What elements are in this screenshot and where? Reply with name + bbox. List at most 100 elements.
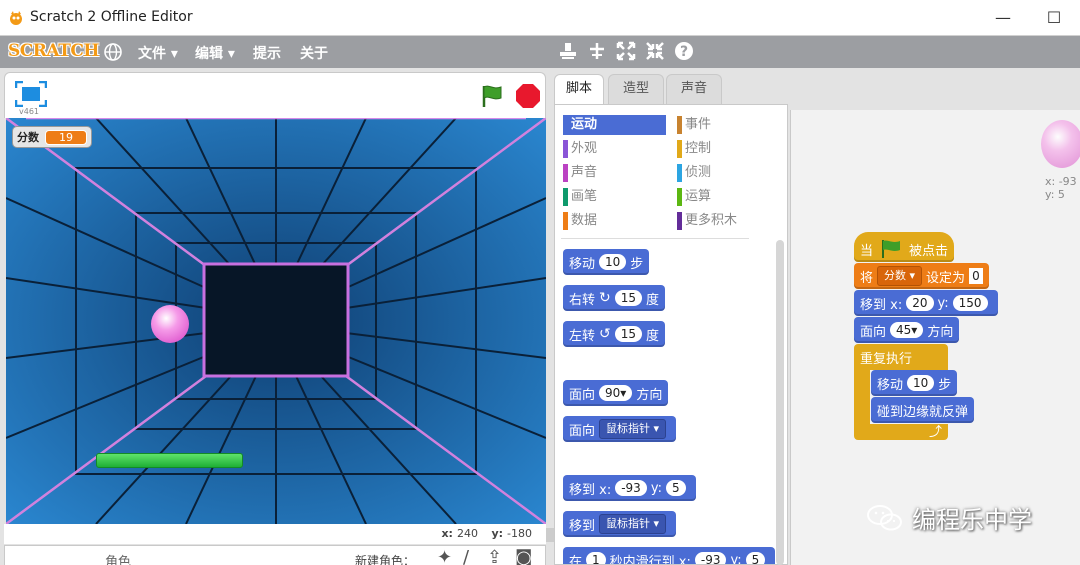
block-goto[interactable]: 移到 鼠标指针 ▾ <box>563 511 677 537</box>
y-label: y: <box>491 527 504 540</box>
menu-tips[interactable]: 提示 <box>253 43 281 63</box>
camera-icon[interactable]: ◙ <box>515 547 532 565</box>
menu-about[interactable]: 关于 <box>300 43 328 63</box>
sprite-position: x: -93 y: 5 <box>1045 175 1077 201</box>
block-text: y: <box>650 480 662 496</box>
block-number-input[interactable]: 90▾ <box>599 385 633 401</box>
block-text: 重复执行 <box>860 352 913 367</box>
block-move[interactable]: 移动 10 步 <box>563 249 650 275</box>
block-bounce-on-edge[interactable]: 碰到边缘就反弹 <box>871 397 975 423</box>
block-forever[interactable]: 重复执行 <box>854 344 948 370</box>
block-value-input[interactable]: 0 <box>969 268 983 284</box>
category-label: 更多积木 <box>685 213 738 228</box>
cut-scissors-icon[interactable] <box>586 40 608 62</box>
tab-costumes[interactable]: 造型 <box>608 74 664 104</box>
category-4[interactable]: 声音 <box>563 163 659 183</box>
block-goto-xy[interactable]: 移到 x: -93 y: 5 <box>563 475 696 501</box>
block-number-input[interactable]: -93 <box>615 480 647 496</box>
block-turn-left[interactable]: 左转 ↺ 15 度 <box>563 321 666 347</box>
block-point-direction[interactable]: 面向 45▾ 方向 <box>854 317 960 343</box>
category-color-swatch <box>677 188 682 206</box>
category-label: 侦测 <box>685 165 712 180</box>
upload-icon[interactable]: ⇪ <box>487 547 502 565</box>
block-text: 碰到边缘就反弹 <box>877 404 969 420</box>
paint-brush-icon[interactable]: / <box>463 547 469 565</box>
block-number-input[interactable]: -93 <box>694 552 727 564</box>
menu-edit[interactable]: 编辑 ▾ <box>195 43 235 63</box>
splitter-handle[interactable] <box>546 528 554 542</box>
minimize-button[interactable]: — <box>988 8 1018 28</box>
block-glide[interactable]: 在 1 秒内滑行到 x: -93 y: 5 <box>563 547 776 565</box>
block-number-input[interactable]: 45▾ <box>890 322 924 338</box>
category-0[interactable]: 运动 <box>563 115 666 135</box>
block-text: y: <box>730 552 742 565</box>
block-number-input[interactable]: 5 <box>665 480 686 496</box>
menu-bar: SCRATCH 文件 ▾ 编辑 ▾ 提示 关于 ? <box>0 36 1080 68</box>
block-point-direction[interactable]: 面向 90▾ 方向 <box>563 380 669 406</box>
tab-scripts[interactable]: 脚本 <box>554 74 604 106</box>
category-7[interactable]: 运算 <box>677 187 773 207</box>
category-color-swatch <box>563 212 568 230</box>
category-5[interactable]: 侦测 <box>677 163 773 183</box>
block-text: 步 <box>630 256 644 272</box>
block-number-input[interactable]: 5 <box>745 552 766 564</box>
block-number-input[interactable]: 150 <box>952 295 988 311</box>
block-turn-right[interactable]: 右转 ↻ 15 度 <box>563 285 666 311</box>
sprite-library-icon[interactable]: ✦ <box>437 547 452 565</box>
score-monitor[interactable]: 分数 19 <box>12 126 92 148</box>
category-label: 数据 <box>571 213 598 228</box>
help-icon[interactable]: ? <box>673 40 695 62</box>
tunnel-backdrop <box>6 118 546 524</box>
maximize-button[interactable]: ☐ <box>1039 8 1069 28</box>
version-label: v461 <box>19 107 40 116</box>
paddle-sprite[interactable] <box>96 453 243 468</box>
block-number-input[interactable]: 15 <box>614 326 643 342</box>
grow-icon[interactable] <box>615 40 637 62</box>
category-1[interactable]: 事件 <box>677 115 773 135</box>
block-text: y: <box>937 295 949 311</box>
category-label: 运算 <box>685 189 712 204</box>
block-number-input[interactable]: 1 <box>586 552 606 564</box>
block-number-input[interactable]: 10 <box>907 375 935 391</box>
fullscreen-icon[interactable] <box>15 81 47 107</box>
wechat-watermark: 编程乐中学 <box>866 500 1032 535</box>
palette-scrollbar[interactable] <box>776 240 784 565</box>
category-6[interactable]: 画笔 <box>563 187 659 207</box>
shrink-icon[interactable] <box>644 40 666 62</box>
sprite-x: x: -93 <box>1045 175 1077 188</box>
duplicate-stamp-icon[interactable] <box>557 40 579 62</box>
block-move[interactable]: 移动 10 步 <box>871 370 958 396</box>
category-label: 控制 <box>685 141 712 156</box>
block-number-input[interactable]: 20 <box>906 295 934 311</box>
category-2[interactable]: 外观 <box>563 139 659 159</box>
tab-sounds[interactable]: 声音 <box>666 74 722 104</box>
hat-when-flag-clicked[interactable]: 当 被点击 <box>854 232 955 262</box>
menu-file[interactable]: 文件 ▾ <box>138 43 178 63</box>
category-label: 声音 <box>571 165 598 180</box>
stage-canvas[interactable] <box>6 118 546 524</box>
category-3[interactable]: 控制 <box>677 139 773 159</box>
block-number-input[interactable]: 10 <box>599 254 627 270</box>
category-8[interactable]: 数据 <box>563 211 659 231</box>
block-number-input[interactable]: 15 <box>614 290 643 306</box>
block-text: 移到 <box>569 518 596 534</box>
category-9[interactable]: 更多积木 <box>677 211 773 231</box>
ball-sprite[interactable] <box>151 305 189 343</box>
category-color-swatch <box>563 164 568 182</box>
svg-text:?: ? <box>680 44 688 60</box>
globe-icon[interactable] <box>102 41 124 63</box>
block-dropdown[interactable]: 鼠标指针 ▾ <box>599 514 667 534</box>
category-color-swatch <box>563 116 568 134</box>
block-goto-xy[interactable]: 移到 x: 20 y: 150 <box>854 290 998 316</box>
block-dropdown[interactable]: 鼠标指针 ▾ <box>599 419 667 439</box>
stop-sign-icon[interactable] <box>515 83 541 109</box>
green-flag-icon[interactable] <box>479 83 505 109</box>
block-text: 移到 x: <box>860 297 903 313</box>
scratch-logo[interactable]: SCRATCH <box>8 41 99 61</box>
monitor-label: 分数 <box>17 131 39 144</box>
variable-dropdown[interactable]: 分数 ▾ <box>877 266 923 286</box>
block-set-variable[interactable]: 将 分数 ▾ 设定为 0 <box>854 263 989 289</box>
block-text: 移到 x: <box>569 482 612 498</box>
block-point-towards[interactable]: 面向 鼠标指针 ▾ <box>563 416 677 442</box>
block-text: 被点击 <box>909 243 949 259</box>
